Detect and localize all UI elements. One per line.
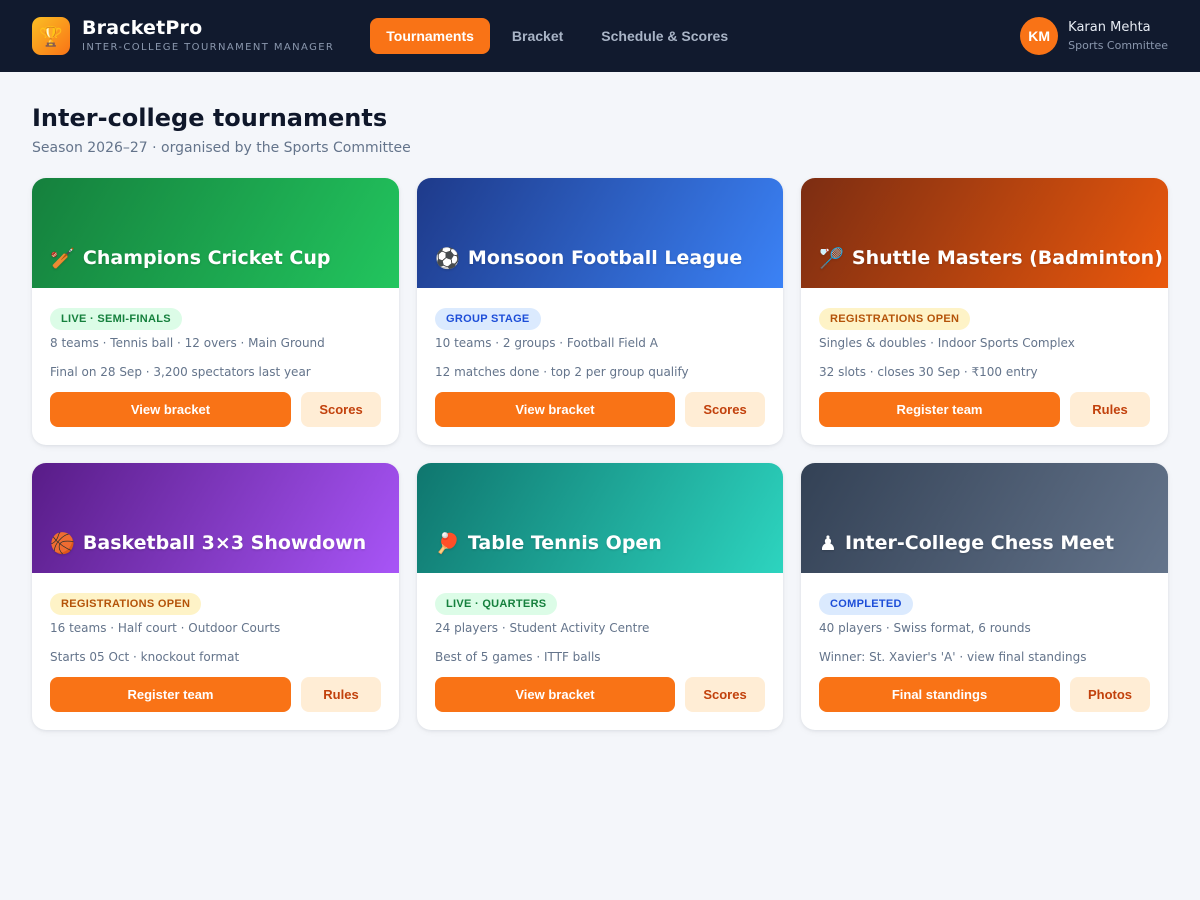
view-bracket-button[interactable]: View bracket [435,677,675,712]
tournament-card-table-tennis-open[interactable]: 🏓 Table Tennis Open LIVE · QUARTERS 24 p… [417,463,783,730]
card-title-row: ⚽ Monsoon Football League [435,246,742,270]
card-banner: 🏓 Table Tennis Open [417,463,783,573]
tournament-card-basketball-3-3-showdown[interactable]: 🏀 Basketball 3×3 Showdown REGISTRATIONS … [32,463,399,730]
status-badge: GROUP STAGE [435,308,541,330]
badminton-icon: 🏸 [819,246,844,270]
page-subtitle: Season 2026–27 · organised by the Sports… [32,140,411,156]
card-title-row: ♟ Inter-College Chess Meet [819,531,1114,555]
top-bar: 🏆 BracketPro INTER-COLLEGE TOURNAMENT MA… [0,0,1200,72]
card-detail: Starts 05 Oct · knockout format [50,650,240,664]
card-banner: 🏏 Champions Cricket Cup [32,178,399,288]
card-meta: 40 players · Swiss format, 6 rounds [819,621,1031,635]
card-title: Champions Cricket Cup [82,247,331,269]
user-role: Sports Committee [1068,38,1168,52]
tournament-card-shuttle-masters-badminton[interactable]: 🏸 Shuttle Masters (Badminton) REGISTRATI… [801,178,1168,445]
card-title: Shuttle Masters (Badminton) [851,247,1163,269]
card-title: Table Tennis Open [467,532,662,554]
card-detail: Best of 5 games · ITTF balls [435,650,601,664]
trophy-icon: 🏆 [32,17,70,55]
brand[interactable]: 🏆 BracketPro INTER-COLLEGE TOURNAMENT MA… [32,17,334,55]
card-meta: 16 teams · Half court · Outdoor Courts [50,621,281,635]
final-standings-button[interactable]: Final standings [819,677,1060,712]
rules-button[interactable]: Rules [1070,392,1150,427]
card-body: REGISTRATIONS OPEN 16 teams · Half court… [32,573,399,712]
card-body: REGISTRATIONS OPEN Singles & doubles · I… [801,288,1168,427]
tournament-grid: 🏏 Champions Cricket Cup LIVE · SEMI-FINA… [0,158,1200,730]
chess-icon: ♟ [819,531,837,555]
card-detail: 12 matches done · top 2 per group qualif… [435,365,689,379]
view-bracket-button[interactable]: View bracket [435,392,675,427]
rules-button[interactable]: Rules [301,677,381,712]
nav-bracket[interactable]: Bracket [496,18,579,54]
page-title: Inter-college tournaments [32,104,388,132]
app-subtitle: INTER-COLLEGE TOURNAMENT MANAGER [82,42,335,53]
scores-button[interactable]: Scores [301,392,381,427]
card-meta: 24 players · Student Activity Centre [435,621,650,635]
cricket-icon: 🏏 [50,246,75,270]
view-bracket-button[interactable]: View bracket [50,392,291,427]
card-title-row: 🏀 Basketball 3×3 Showdown [50,531,366,555]
register-team-button[interactable]: Register team [50,677,291,712]
card-title: Basketball 3×3 Showdown [82,532,367,554]
status-badge: REGISTRATIONS OPEN [819,308,971,330]
basketball-icon: 🏀 [50,531,75,555]
main-nav: Tournaments Bracket Schedule & Scores [370,18,750,54]
football-icon: ⚽ [435,246,460,270]
photos-button[interactable]: Photos [1070,677,1150,712]
user-menu[interactable]: KM Karan Mehta Sports Committee [1020,17,1168,55]
card-actions: Register team Rules [819,392,1150,427]
user-info: Karan Mehta Sports Committee [1068,19,1168,54]
register-team-button[interactable]: Register team [819,392,1060,427]
card-title-row: 🏸 Shuttle Masters (Badminton) [819,246,1163,270]
card-body: LIVE · SEMI-FINALS 8 teams · Tennis ball… [32,288,399,427]
user-name: Karan Mehta [1068,19,1151,35]
card-detail: Final on 28 Sep · 3,200 spectators last … [50,365,311,379]
card-banner: ♟ Inter-College Chess Meet [801,463,1168,573]
status-badge: REGISTRATIONS OPEN [50,593,202,615]
brand-text: BracketPro INTER-COLLEGE TOURNAMENT MANA… [82,17,334,55]
scores-button[interactable]: Scores [685,677,765,712]
card-meta: Singles & doubles · Indoor Sports Comple… [819,336,1075,350]
scores-button[interactable]: Scores [685,392,765,427]
card-actions: View bracket Scores [50,392,381,427]
nav-schedule-scores[interactable]: Schedule & Scores [585,18,744,54]
card-actions: View bracket Scores [435,392,765,427]
status-badge: LIVE · QUARTERS [435,593,558,615]
card-title-row: 🏓 Table Tennis Open [435,531,662,555]
card-banner: 🏸 Shuttle Masters (Badminton) [801,178,1168,288]
card-actions: View bracket Scores [435,677,765,712]
page-header: Inter-college tournaments Season 2026–27… [0,72,1200,158]
tournament-card-monsoon-football-league[interactable]: ⚽ Monsoon Football League GROUP STAGE 10… [417,178,783,445]
status-badge: LIVE · SEMI-FINALS [50,308,182,330]
card-body: COMPLETED 40 players · Swiss format, 6 r… [801,573,1168,712]
card-body: GROUP STAGE 10 teams · 2 groups · Footba… [417,288,783,427]
status-badge: COMPLETED [819,593,913,615]
card-title-row: 🏏 Champions Cricket Cup [50,246,330,270]
card-meta: 10 teams · 2 groups · Football Field A [435,336,658,350]
card-actions: Final standings Photos [819,677,1150,712]
nav-tournaments[interactable]: Tournaments [370,18,490,54]
table-tennis-icon: 🏓 [435,531,460,555]
app-name: BracketPro [82,17,203,39]
card-meta: 8 teams · Tennis ball · 12 overs · Main … [50,336,325,350]
tournament-card-champions-cricket-cup[interactable]: 🏏 Champions Cricket Cup LIVE · SEMI-FINA… [32,178,399,445]
card-title: Inter-College Chess Meet [844,532,1115,554]
card-detail: Winner: St. Xavier's 'A' · view final st… [819,650,1087,664]
avatar[interactable]: KM [1020,17,1059,55]
card-banner: ⚽ Monsoon Football League [417,178,783,288]
card-banner: 🏀 Basketball 3×3 Showdown [32,463,399,573]
card-actions: Register team Rules [50,677,381,712]
card-detail: 32 slots · closes 30 Sep · ₹100 entry [819,365,1038,379]
card-title: Monsoon Football League [467,247,743,269]
tournament-card-inter-college-chess-meet[interactable]: ♟ Inter-College Chess Meet COMPLETED 40 … [801,463,1168,730]
card-body: LIVE · QUARTERS 24 players · Student Act… [417,573,783,712]
